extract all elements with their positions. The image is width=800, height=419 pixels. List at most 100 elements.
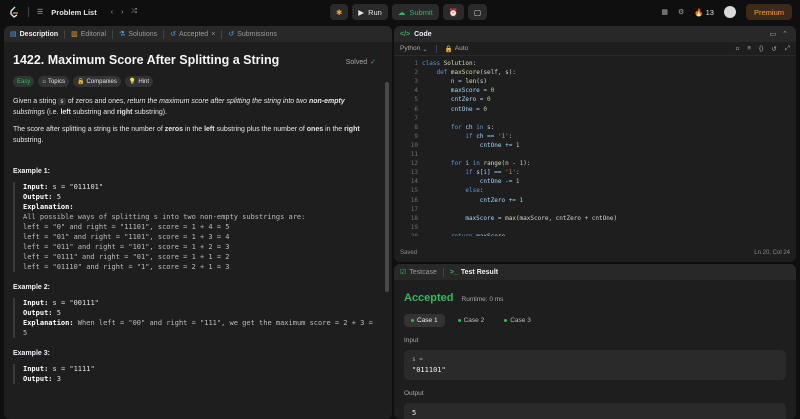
streak-count: 13 <box>705 7 714 17</box>
chevron-left-icon[interactable]: ‹ <box>111 9 113 16</box>
description-panel: ▤ Description ▥ Editorial ⚗ Solutions ↺ Acce… <box>4 26 392 419</box>
tab-solutions[interactable]: ⚗ Solutions <box>119 30 157 39</box>
tab-description[interactable]: ▤ Description <box>10 30 58 39</box>
scrollbar[interactable] <box>385 82 389 292</box>
timer-button[interactable]: ⏰ <box>442 4 465 20</box>
reset-icon[interactable]: ↺ <box>771 45 776 53</box>
premium-button[interactable]: Premium <box>745 4 792 20</box>
explanation-label: Explanation: <box>23 203 74 211</box>
output-label: Output: <box>23 193 53 201</box>
expand-icon[interactable]: ▭ <box>770 30 777 38</box>
lock-icon: 🔒 <box>76 79 85 85</box>
tab-accepted[interactable]: ↺ Accepted × <box>170 30 215 39</box>
line-number: 12 <box>410 160 418 168</box>
chevron-up-icon[interactable]: ⌃ <box>782 30 788 38</box>
text: substrings <box>13 109 45 116</box>
case-tab-3[interactable]: Case 3 <box>497 314 538 327</box>
code-line: maxScore = max(maxScore, cntZero + cntOn… <box>422 214 618 222</box>
line-number: 13 <box>410 169 418 177</box>
tab-editorial[interactable]: ▥ Editorial <box>71 30 107 39</box>
status-dot <box>504 319 508 322</box>
tab-code[interactable]: Code <box>414 31 432 38</box>
debug-button[interactable]: ✱ <box>330 4 349 20</box>
problem-statement: Given a string s of zeros and ones, retu… <box>13 96 378 118</box>
bookmark-icon[interactable]: ⌑ <box>736 45 739 53</box>
explanation-label: Explanation: <box>23 319 74 327</box>
code-line: else: <box>465 187 484 195</box>
close-icon[interactable]: × <box>211 31 215 38</box>
tab-testcase[interactable]: ☑ Testcase <box>400 268 437 277</box>
cloud-upload-icon: ☁ <box>397 7 406 17</box>
companies-chip[interactable]: 🔒 Companies <box>72 76 121 87</box>
explanation-line: left = "0111" and right = "01", score = … <box>23 253 230 261</box>
play-icon: ▶ <box>358 7 365 17</box>
example-input: s = "011101" <box>52 183 104 191</box>
shuffle-icon[interactable]: ⤮ <box>131 8 137 16</box>
case-tab-1[interactable]: Case 1 <box>404 314 445 327</box>
text: Given a string <box>13 98 59 105</box>
grid-icon[interactable]: ▦ <box>661 8 668 16</box>
fullscreen-icon[interactable]: ⤢ <box>785 45 790 53</box>
runtime-label: Runtime: 0 ms <box>461 296 504 303</box>
code-toolbar: Python ⌄ 🔒 Auto ⌑ ≡ {} ↺ ⤢ <box>394 42 796 56</box>
run-button[interactable]: ▶ Run <box>352 4 388 20</box>
hint-chip[interactable]: 💡 Hint <box>124 76 153 87</box>
auto-mode[interactable]: 🔒 Auto <box>445 45 468 53</box>
cursor-position: Ln 20, Col 24 <box>754 250 790 256</box>
difficulty-badge: Easy <box>13 76 35 87</box>
language-select[interactable]: Python ⌄ <box>400 45 428 53</box>
braces-icon[interactable]: {} <box>759 45 763 53</box>
history-icon: ↺ <box>170 31 177 38</box>
list-icon[interactable]: ☰ <box>37 8 43 16</box>
line-number: 11 <box>410 151 418 158</box>
output-label: Output: <box>23 309 53 317</box>
topics-chip[interactable]: ⌂ Topics <box>38 76 69 87</box>
tab-submissions[interactable]: ↺ Submissions <box>228 30 277 39</box>
text: in the <box>323 126 345 133</box>
example-box: Input: s = "1111" Output: 3 <box>13 364 383 384</box>
code-line: if ch == '1': <box>465 132 513 140</box>
notes-button[interactable]: ▢ <box>468 4 488 20</box>
avatar[interactable] <box>723 6 736 18</box>
flask-icon: ⚗ <box>119 31 126 38</box>
chevron-right-icon[interactable]: › <box>121 9 123 16</box>
leetcode-logo-icon[interactable] <box>8 6 20 18</box>
text: return the maximum score after splitting… <box>127 98 309 105</box>
tab-test-result[interactable]: >_ Test Result <box>450 269 498 276</box>
book-icon: ▥ <box>71 31 78 38</box>
line-number: 8 <box>414 123 418 131</box>
example-output: 5 <box>56 309 61 317</box>
output-label: Output <box>404 390 424 397</box>
line-number: 15 <box>410 187 418 195</box>
gear-icon[interactable]: ⚙ <box>678 8 684 16</box>
code-line: cntZero += 1 <box>422 196 524 204</box>
code-line: cntOne = 0 <box>422 105 488 113</box>
code-line: for i in range(n - 1): <box>450 160 531 168</box>
case-label: Case 3 <box>510 317 531 324</box>
solved-badge: Solved ✓ <box>346 58 376 67</box>
mode-label: Auto <box>454 44 469 52</box>
text: ones <box>306 126 324 133</box>
case-tab-2[interactable]: Case 2 <box>451 314 492 327</box>
code-panel: </> Code ▭ ⌃ Python ⌄ 🔒 Auto ⌑ ≡ {} ↺ ⤢ 1c… <box>394 26 796 262</box>
result-panel: ☑ Testcase >_ Test Result Accepted Runtime:… <box>394 264 796 419</box>
alarm-icon: ⏰ <box>448 7 459 17</box>
problem-list-link[interactable]: Problem List <box>51 8 96 17</box>
output-value-box: 5 <box>404 403 786 419</box>
tab-label: Test Result <box>460 268 499 276</box>
submit-button[interactable]: ☁ Submit <box>391 4 439 20</box>
chevron-down-icon: ⌄ <box>422 45 428 53</box>
problem-chips: Easy ⌂ Topics 🔒 Companies 💡 Hint <box>13 76 383 87</box>
explanation-line: 5 <box>23 329 28 337</box>
bulb-icon: 💡 <box>128 79 137 85</box>
line-number: 18 <box>410 214 418 222</box>
format-icon[interactable]: ≡ <box>747 45 751 53</box>
example-box: Input: s = "011101" Output: 5 Explanatio… <box>13 182 383 272</box>
tab-label: Editorial <box>80 30 107 38</box>
problem-score-rule: The score after splitting a string is th… <box>13 124 378 146</box>
example-input: s = "00111" <box>52 299 99 307</box>
streak-counter[interactable]: 🔥 13 <box>694 8 714 17</box>
code-editor[interactable]: 1 class Solution: 2 def maxScore(self, s):… <box>394 56 796 236</box>
note-icon: ▢ <box>474 7 482 17</box>
code-line: cntOne += 1 <box>422 141 520 149</box>
